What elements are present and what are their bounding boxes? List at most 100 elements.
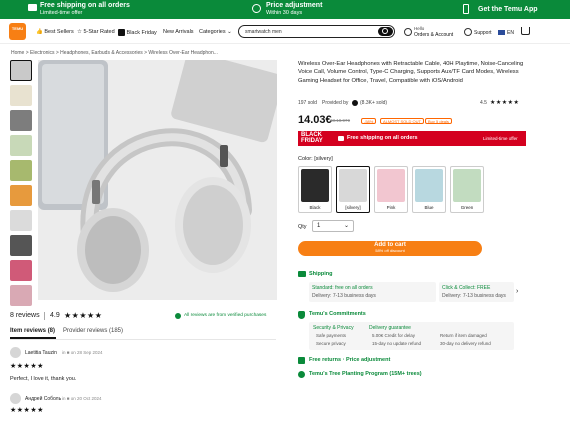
option-image xyxy=(453,169,481,202)
price-title: Price adjustment xyxy=(266,2,323,9)
truck-icon xyxy=(28,4,37,11)
thumbnail-1[interactable] xyxy=(10,60,32,81)
nav-five-star[interactable]: ☆ 5-Star Rated xyxy=(77,29,115,35)
chevron-right-icon[interactable]: › xyxy=(516,288,518,295)
seller-avatar[interactable] xyxy=(352,100,358,106)
qty-select[interactable]: 1 ⌄ xyxy=(312,220,354,232)
support-link[interactable]: Support xyxy=(474,30,492,36)
option-image xyxy=(377,169,405,202)
search-bar[interactable]: smartwatch men xyxy=(238,25,395,38)
headphones-illustration xyxy=(38,60,277,300)
thumbnail-5[interactable] xyxy=(10,160,32,181)
thumbnail-6[interactable] xyxy=(10,185,32,206)
discount-badge: -58% xyxy=(361,118,377,124)
nav-categories[interactable]: Categories ⌄ xyxy=(199,29,232,35)
cart-icon[interactable] xyxy=(521,27,530,35)
black-friday-banner: BLACK FRIDAY Free shipping on all orders… xyxy=(298,131,526,146)
hello-text: Hello xyxy=(414,26,425,31)
deal-badge: Buy 5 deals xyxy=(425,118,452,124)
color-option-black[interactable]: Black xyxy=(298,166,332,213)
color-option-blue[interactable]: Blue xyxy=(412,166,446,213)
flag-icon xyxy=(498,30,505,35)
option-image xyxy=(415,169,443,202)
black-friday-text: Free shipping on all orders xyxy=(347,135,418,141)
reviewer-name: Laetitia Tauzin xyxy=(25,350,57,356)
divider xyxy=(44,312,45,320)
chevron-down-icon: ⌄ xyxy=(343,223,349,229)
thumbnail-3[interactable] xyxy=(10,110,32,131)
thumbnail-4[interactable] xyxy=(10,135,32,156)
thumbnail-9[interactable] xyxy=(10,260,32,281)
headset-icon xyxy=(464,28,472,36)
thumbnail-8[interactable] xyxy=(10,235,32,256)
tree-program-link[interactable]: Temu's Tree Planting Program (15M+ trees… xyxy=(309,371,422,377)
search-input[interactable]: smartwatch men xyxy=(245,29,282,35)
almost-sold-out-badge: ALMOST SOLD OUT xyxy=(380,118,424,124)
delivery-title: Delivery guarantee xyxy=(369,325,411,331)
shipping-click: Click & Collect: FREE xyxy=(442,285,491,291)
nav-best-sellers[interactable]: 👍 Best Sellers xyxy=(36,29,74,35)
review-meta: in ■ on 20 Oct 2024 xyxy=(62,396,102,401)
black-friday-label: BLACK FRIDAY xyxy=(301,132,323,144)
review-item-stars: ★★★★★ xyxy=(10,407,44,414)
free-returns-link[interactable]: Free returns · Price adjustment xyxy=(309,357,390,363)
shipping-icon xyxy=(298,271,306,277)
seller-rating[interactable]: (8.3K+ sold) xyxy=(360,100,387,106)
security-item-2: Secure privacy xyxy=(316,341,346,346)
bag-icon xyxy=(118,29,125,36)
divider xyxy=(10,339,276,340)
reviewer-name: Андрей Соболь xyxy=(25,396,62,402)
add-to-cart-button[interactable]: Add to cart 58% off discount xyxy=(298,241,482,256)
black-friday-right: Limited-time offer xyxy=(483,136,518,141)
shield-icon xyxy=(298,311,305,319)
product-title: Wireless Over-Ear Headphones with Retrac… xyxy=(298,61,524,84)
language-selector[interactable]: EN xyxy=(507,30,514,36)
returns-icon xyxy=(298,357,305,364)
shipping-title[interactable]: Shipping xyxy=(309,271,333,277)
commitments-title[interactable]: Temu's Commitments xyxy=(309,311,366,317)
shipping-title: Free shipping on all orders xyxy=(40,2,130,9)
review-stars: ★★★★★ xyxy=(64,311,103,320)
review-text: Perfect, I love it, thank you. xyxy=(10,376,77,382)
thumbnail-7[interactable] xyxy=(10,210,32,231)
delivery-item-2: 15-day no update refund xyxy=(372,341,422,346)
product-image[interactable] xyxy=(38,60,277,300)
review-score: 4.9 xyxy=(50,312,60,319)
color-option-silvery[interactable]: [silvery] xyxy=(336,166,370,213)
tab-provider-reviews[interactable]: Provider reviews (185) xyxy=(63,328,123,334)
breadcrumb[interactable]: Home > Electronics > Headphones, Earbuds… xyxy=(11,50,218,56)
tab-item-reviews[interactable]: Item reviews (8) xyxy=(10,328,55,334)
shipping-click-delivery: Delivery: 7-13 business days xyxy=(442,293,506,299)
truck-icon xyxy=(338,136,344,141)
option-image xyxy=(301,169,329,202)
thumbnail-2[interactable] xyxy=(10,85,32,106)
color-option-green[interactable]: Green xyxy=(450,166,484,213)
provided-by: Provided by xyxy=(322,100,349,106)
security-item-1: Safe payments xyxy=(316,333,347,338)
phone-icon xyxy=(463,4,469,14)
search-icon xyxy=(382,28,388,34)
review-meta: in ■ on 28 Sep 2024 xyxy=(62,350,103,355)
qty-label: Qty xyxy=(298,224,307,230)
sold-count: 197 sold xyxy=(298,100,317,106)
option-image xyxy=(339,169,367,202)
nav-black-friday[interactable]: Black Friday xyxy=(118,29,157,36)
price: 14.03€ xyxy=(298,114,332,126)
verified-note: All reviews are from verified purchases xyxy=(184,313,267,318)
shipping-standard-delivery: Delivery: 7-13 business days xyxy=(312,293,376,299)
tree-icon xyxy=(298,371,305,378)
price-tag-icon xyxy=(252,4,261,13)
color-option-pink[interactable]: Pink xyxy=(374,166,408,213)
avatar xyxy=(10,393,21,404)
refund-item-2: 30-day no delivery refund xyxy=(440,341,491,346)
delivery-item-1: 5.00€ Credit for delay xyxy=(372,333,416,338)
app-link[interactable]: Get the Temu App xyxy=(478,6,538,13)
thumbnail-10[interactable] xyxy=(10,285,32,306)
nav-new-arrivals[interactable]: New Arrivals xyxy=(163,29,194,35)
color-label: Color: [silvery] xyxy=(298,156,333,162)
temu-logo[interactable]: TEMU xyxy=(9,23,26,40)
star-icon: ☆ xyxy=(77,29,82,35)
product-rating: 4.5 xyxy=(480,100,487,106)
search-button[interactable] xyxy=(378,27,393,36)
account-link[interactable]: Orders & Account xyxy=(414,32,453,38)
